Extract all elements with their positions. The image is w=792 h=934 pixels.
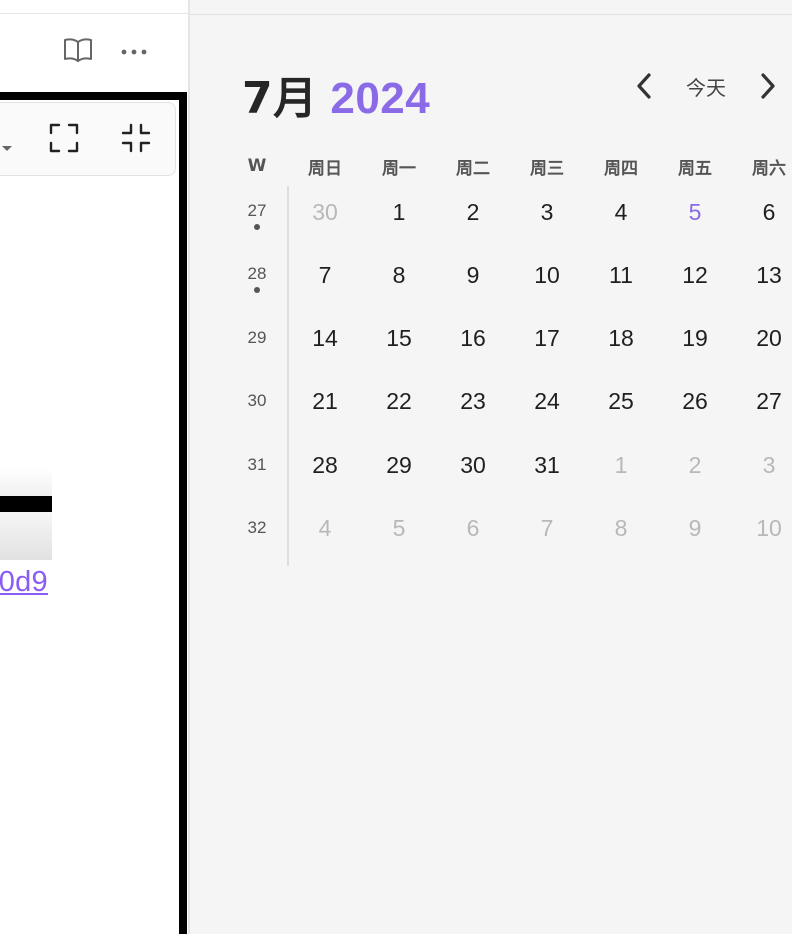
month-label: 7月 <box>242 73 318 124</box>
exit-fullscreen-icon <box>120 122 152 159</box>
calendar-day[interactable]: 3 <box>510 192 584 232</box>
note-pane: 0d9 <box>0 0 188 934</box>
calendar-day[interactable]: 10 <box>732 508 792 548</box>
week-number[interactable]: 32 <box>227 508 287 548</box>
fullscreen-button[interactable] <box>44 120 84 160</box>
week-number[interactable]: 31 <box>227 445 287 485</box>
month-title: 7月 2024 <box>242 62 430 126</box>
book-open-icon <box>62 36 94 69</box>
week-number-label: 32 <box>247 518 267 537</box>
calendar-day[interactable]: 17 <box>510 318 584 358</box>
week-column-header: W <box>247 156 267 176</box>
week-number[interactable]: 28 <box>227 255 287 295</box>
chevron-left-icon <box>635 72 653 105</box>
calendar-day[interactable]: 2 <box>658 445 732 485</box>
calendar-day[interactable]: 14 <box>288 318 362 358</box>
fullscreen-icon <box>48 122 80 159</box>
calendar-day[interactable]: 6 <box>436 508 510 548</box>
embedded-image-preview <box>0 468 52 560</box>
calendar-day[interactable]: 15 <box>362 318 436 358</box>
weekday-header: 周六 <box>752 158 786 179</box>
calendar-day[interactable]: 12 <box>658 255 732 295</box>
chevron-down-icon[interactable] <box>2 146 12 151</box>
weekday-header: 周五 <box>678 158 712 179</box>
previous-month-button[interactable] <box>626 68 662 108</box>
calendar-day[interactable]: 8 <box>584 508 658 548</box>
calendar-day[interactable]: 11 <box>584 255 658 295</box>
week-note-dot <box>254 286 260 293</box>
calendar-pane: 7月 2024 今天 W 周日 周一 周二 周三 周四 周五 周六 27 30 1 2 3 4 5 6 28 7 8… <box>190 0 792 934</box>
reading-view-button[interactable] <box>60 34 96 70</box>
commit-link[interactable]: 0d9 <box>0 566 48 599</box>
calendar-day[interactable]: 6 <box>732 192 792 232</box>
calendar-day[interactable]: 19 <box>658 318 732 358</box>
week-number[interactable]: 27 <box>227 192 287 232</box>
year-label: 2024 <box>330 74 431 123</box>
weekday-header: 周日 <box>308 158 342 179</box>
calendar-day[interactable]: 9 <box>436 255 510 295</box>
calendar-day[interactable]: 7 <box>288 255 362 295</box>
weekday-header: 周三 <box>530 158 564 179</box>
calendar-day[interactable]: 23 <box>436 381 510 421</box>
chevron-right-icon <box>759 72 777 105</box>
week-note-dot <box>254 223 260 230</box>
calendar-tab-strip <box>190 0 792 15</box>
week-number[interactable]: 29 <box>227 318 287 358</box>
more-horizontal-icon <box>120 43 148 61</box>
weekday-header: 周二 <box>456 158 490 179</box>
calendar-day[interactable]: 4 <box>584 192 658 232</box>
calendar-day[interactable]: 31 <box>510 445 584 485</box>
calendar-day[interactable]: 24 <box>510 381 584 421</box>
calendar-day[interactable]: 8 <box>362 255 436 295</box>
calendar-day[interactable]: 22 <box>362 381 436 421</box>
calendar-day[interactable]: 4 <box>288 508 362 548</box>
calendar-day[interactable]: 21 <box>288 381 362 421</box>
note-tab-strip <box>0 0 188 14</box>
week-number-label: 31 <box>247 455 267 474</box>
today-button[interactable]: 今天 <box>676 70 736 102</box>
calendar-day[interactable]: 5 <box>658 192 732 232</box>
week-number-label: 30 <box>247 391 267 410</box>
week-number[interactable]: 30 <box>227 381 287 421</box>
calendar-day[interactable]: 7 <box>510 508 584 548</box>
more-options-button[interactable] <box>116 34 152 70</box>
calendar-day[interactable]: 29 <box>362 445 436 485</box>
calendar-day[interactable]: 5 <box>362 508 436 548</box>
calendar-day[interactable]: 30 <box>436 445 510 485</box>
calendar-day[interactable]: 26 <box>658 381 732 421</box>
calendar-day[interactable]: 25 <box>584 381 658 421</box>
calendar-day[interactable]: 2 <box>436 192 510 232</box>
calendar-day[interactable]: 1 <box>362 192 436 232</box>
weekday-header: 周四 <box>604 158 638 179</box>
calendar-day[interactable]: 3 <box>732 445 792 485</box>
calendar-day[interactable]: 10 <box>510 255 584 295</box>
next-month-button[interactable] <box>750 68 786 108</box>
exit-fullscreen-button[interactable] <box>116 120 156 160</box>
week-number-label: 27 <box>247 200 267 220</box>
calendar-day[interactable]: 28 <box>288 445 362 485</box>
calendar-day[interactable]: 13 <box>732 255 792 295</box>
calendar-day[interactable]: 16 <box>436 318 510 358</box>
calendar-day[interactable]: 20 <box>732 318 792 358</box>
calendar-day[interactable]: 18 <box>584 318 658 358</box>
calendar-day[interactable]: 9 <box>658 508 732 548</box>
week-number-label: 28 <box>247 263 267 283</box>
weekday-header: 周一 <box>382 158 416 179</box>
calendar-day[interactable]: 30 <box>288 192 362 232</box>
week-number-label: 29 <box>247 328 267 347</box>
calendar-day[interactable]: 1 <box>584 445 658 485</box>
calendar-day[interactable]: 27 <box>732 381 792 421</box>
